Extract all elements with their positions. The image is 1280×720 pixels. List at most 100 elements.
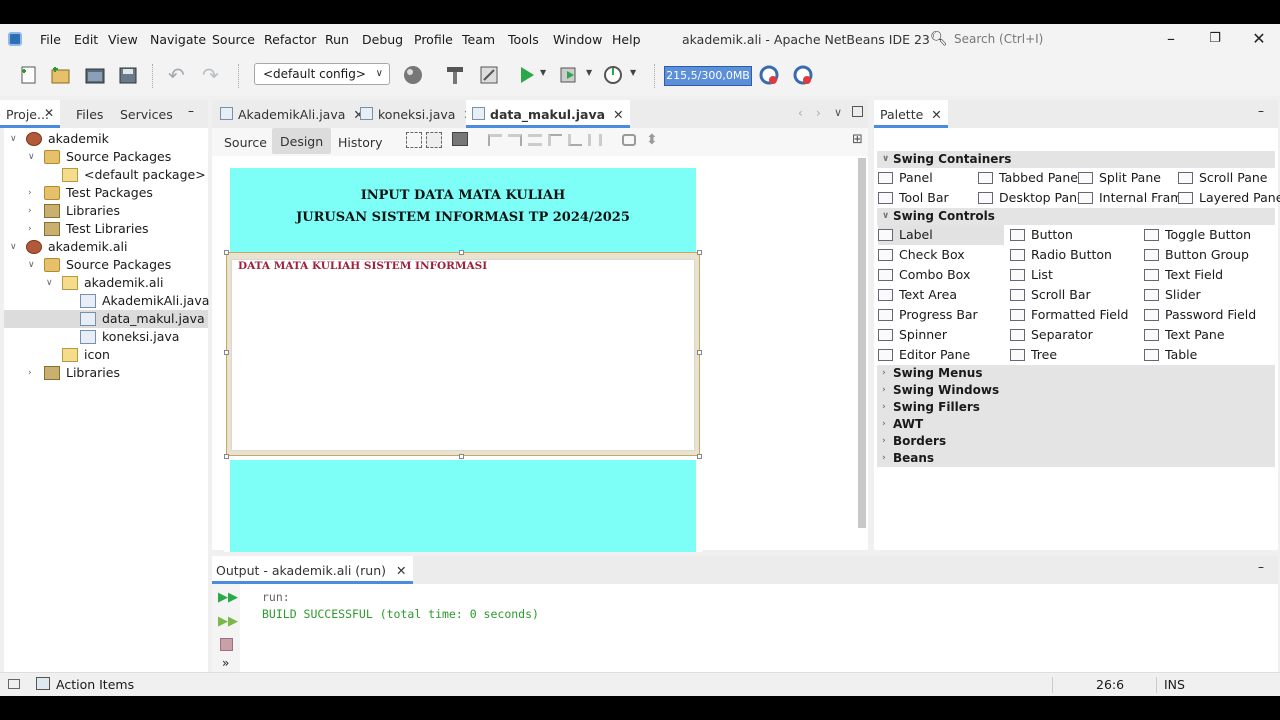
action-items-label[interactable]: Action Items <box>56 677 134 692</box>
palette-item-toggle-button[interactable]: Toggle Button <box>1144 225 1251 245</box>
menu-navigate[interactable]: Navigate <box>150 32 206 47</box>
chevron-down-icon[interactable]: ∨ <box>46 274 53 292</box>
redo-icon[interactable]: ↷ <box>202 64 224 86</box>
chevron-down-icon[interactable]: ▼ <box>586 68 592 77</box>
search-input[interactable]: 🔍︎ Search (Ctrl+I) <box>926 30 1144 50</box>
palette-item-list[interactable]: List <box>1010 265 1053 285</box>
menu-team[interactable]: Team <box>462 32 495 47</box>
header-panel[interactable]: INPUT DATA MATA KULIAH JURUSAN SISTEM IN… <box>230 168 696 252</box>
menu-tools[interactable]: Tools <box>508 32 539 47</box>
content-panel[interactable]: DATA MATA KULIAH SISTEM INFORMASI <box>226 252 700 456</box>
tree-item-icon[interactable]: icon <box>4 346 208 364</box>
rerun-with-params-icon[interactable]: ▶▶ <box>218 614 238 629</box>
new-project-icon[interactable] <box>50 64 72 86</box>
scroll-tabs-right-icon[interactable]: › <box>816 106 821 120</box>
tab-design[interactable]: Design <box>272 128 332 154</box>
tab-data-makul-java[interactable]: data_makul.java ✕ <box>466 100 630 128</box>
align-left-icon[interactable] <box>488 134 502 146</box>
palette-item-desktop-pane[interactable]: Desktop Pane <box>978 188 1085 208</box>
selection-handle[interactable] <box>224 454 229 459</box>
target-globe-icon[interactable] <box>402 64 424 86</box>
restore-button[interactable]: ❐ <box>1202 28 1228 50</box>
tab-koneksi-java[interactable]: koneksi.java✕ <box>354 100 480 128</box>
palette-category-borders[interactable]: › Borders <box>877 433 1275 450</box>
selection-handle[interactable] <box>224 250 229 255</box>
palette-item-text-area[interactable]: Text Area <box>878 285 957 305</box>
palette-item-password-field[interactable]: Password Field <box>1144 305 1256 325</box>
palette-item-formatted-field[interactable]: Formatted Field <box>1010 305 1128 325</box>
tree-item-data-makul-java[interactable]: data_makul.java <box>4 310 208 328</box>
chevron-down-icon[interactable]: ∨ <box>10 130 17 148</box>
palette-item-label[interactable]: Label <box>878 225 1004 245</box>
menu-debug[interactable]: Debug <box>362 32 403 47</box>
menu-source[interactable]: Source <box>212 32 255 47</box>
palette-item-separator[interactable]: Separator <box>1010 325 1093 345</box>
align-top-icon[interactable] <box>548 134 562 146</box>
chevron-right-icon[interactable]: › <box>28 220 32 238</box>
tree-item-akademikali-java[interactable]: AkademikAli.java <box>4 292 209 310</box>
editor-scrollbar[interactable] <box>858 158 866 528</box>
menu-view[interactable]: View <box>108 32 138 47</box>
titled-border-panel[interactable]: DATA MATA KULIAH SISTEM INFORMASI <box>231 259 695 451</box>
selection-mode-icon[interactable] <box>406 132 422 148</box>
chevron-down-icon[interactable]: ∨ <box>834 106 842 119</box>
menu-window[interactable]: Window <box>553 32 602 47</box>
notifications-icon[interactable] <box>8 679 20 689</box>
palette-item-scroll-bar[interactable]: Scroll Bar <box>1010 285 1091 305</box>
palette-item-tool-bar[interactable]: Tool Bar <box>878 188 949 208</box>
config-select[interactable]: <default config> ∨ <box>254 63 390 85</box>
more-actions-icon[interactable]: » <box>222 656 229 670</box>
tree-item-koneksi-java[interactable]: koneksi.java <box>4 328 208 346</box>
tab-projects[interactable]: Proje... ✕ <box>0 100 60 128</box>
tab-files[interactable]: Files <box>70 100 109 128</box>
palette-item-tree[interactable]: Tree <box>1010 345 1057 365</box>
palette-item-radio-button[interactable]: Radio Button <box>1010 245 1112 265</box>
chevron-down-icon[interactable]: ▼ <box>630 68 636 77</box>
close-icon[interactable]: ✕ <box>44 106 54 120</box>
tab-services[interactable]: Services <box>114 100 179 128</box>
palette-item-scroll-pane[interactable]: Scroll Pane <box>1178 168 1268 188</box>
form-title-line1[interactable]: INPUT DATA MATA KULIAH <box>230 188 696 203</box>
close-icon[interactable]: ✕ <box>396 563 406 578</box>
tab-akademikali-java[interactable]: AkademikAli.java ✕ <box>214 100 370 128</box>
minimize-button[interactable]: – <box>1158 28 1184 50</box>
minimize-panel-icon[interactable]: – <box>188 104 194 118</box>
tree-item-akademik-ali[interactable]: ∨ akademik.ali <box>4 274 208 292</box>
palette-item-tabbed-pane[interactable]: Tabbed Pane <box>978 168 1078 188</box>
tab-source[interactable]: Source <box>218 128 273 154</box>
selection-handle[interactable] <box>459 454 464 459</box>
close-icon[interactable]: ✕ <box>931 107 941 122</box>
tab-history[interactable]: History <box>332 128 388 154</box>
palette-item-combo-box[interactable]: Combo Box <box>878 265 970 285</box>
palette-category-beans[interactable]: › Beans <box>877 450 1275 467</box>
chevron-down-icon[interactable]: ∨ <box>10 238 17 256</box>
resize-horizontal-icon[interactable] <box>622 134 636 146</box>
align-right-icon[interactable] <box>508 134 522 146</box>
grid-icon[interactable]: ⊞ <box>852 132 863 147</box>
align-middle-icon[interactable] <box>588 134 602 146</box>
action-items-icon[interactable] <box>36 677 50 690</box>
palette-item-panel[interactable]: Panel <box>878 168 933 188</box>
build-hammer-icon[interactable] <box>444 64 466 86</box>
palette-category-swing-controls[interactable]: ∨ Swing Controls <box>877 208 1275 225</box>
tree-item-source-packages[interactable]: ∨ Source Packages <box>4 148 208 166</box>
close-icon[interactable]: ✕ <box>613 107 623 122</box>
debug-icon[interactable] <box>558 64 580 86</box>
minimize-panel-icon[interactable]: – <box>1258 104 1264 118</box>
resize-vertical-icon[interactable]: ⬍ <box>646 132 658 148</box>
menu-edit[interactable]: Edit <box>74 32 98 47</box>
minimize-panel-icon[interactable]: – <box>1258 560 1264 574</box>
profiler-gc-icon[interactable] <box>758 64 780 86</box>
close-window-button[interactable]: ✕ <box>1246 28 1272 50</box>
form-title-line2[interactable]: JURUSAN SISTEM INFORMASI TP 2024/2025 <box>230 210 696 225</box>
chevron-right-icon[interactable]: › <box>28 184 32 202</box>
footer-panel[interactable] <box>230 460 696 552</box>
tree-item-test-libraries[interactable]: › Test Libraries <box>4 220 208 238</box>
stop-icon[interactable] <box>220 638 233 651</box>
profile-icon[interactable] <box>602 64 624 86</box>
palette-category-swing-windows[interactable]: › Swing Windows <box>877 382 1275 399</box>
palette-item-editor-pane[interactable]: Editor Pane <box>878 345 970 365</box>
profiler-snapshot-icon[interactable] <box>792 64 814 86</box>
chevron-down-icon[interactable]: ∨ <box>28 148 35 166</box>
menu-refactor[interactable]: Refactor <box>264 32 316 47</box>
